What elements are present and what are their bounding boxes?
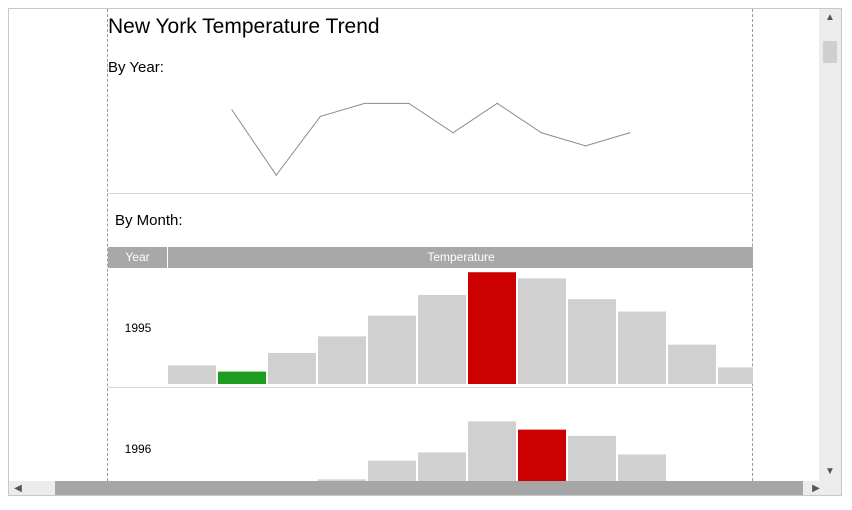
month-bar [368, 460, 416, 481]
month-bar [618, 454, 666, 481]
sparkline-point [585, 145, 587, 147]
sparkline-point [231, 109, 233, 111]
month-bar [568, 435, 616, 481]
month-bar-max [468, 272, 516, 384]
by-month-label: By Month: [115, 212, 183, 229]
month-bar-max [518, 429, 566, 481]
report-title: New York Temperature Trend [108, 15, 380, 38]
table-row: 1996 [108, 389, 753, 481]
month-bar [468, 421, 516, 481]
yearly-sparkline-chart [231, 102, 631, 177]
monthly-bar-chart [318, 421, 666, 481]
month-bar [568, 299, 616, 384]
vertical-scrollbar[interactable]: ▲ ▼ [819, 9, 841, 481]
month-bar-min [218, 371, 266, 384]
report-page: New York Temperature Trend By Year: By M… [107, 9, 753, 481]
sparkline-point [629, 132, 631, 134]
vertical-scroll-thumb[interactable] [823, 41, 837, 63]
scrollbar-corner [825, 481, 841, 495]
month-bar [718, 367, 753, 384]
month-bar [168, 365, 216, 384]
scroll-up-icon[interactable]: ▲ [819, 9, 841, 27]
column-header-temperature: Temperature [427, 250, 495, 264]
column-header-year: Year [108, 247, 168, 268]
report-viewer-window: New York Temperature Trend By Year: By M… [8, 8, 842, 496]
horizontal-scrollbar[interactable]: ◀ ▶ [9, 481, 841, 495]
section-divider [108, 193, 753, 194]
month-bar [668, 344, 716, 384]
scroll-down-icon[interactable]: ▼ [819, 463, 841, 481]
month-bar [418, 452, 466, 481]
sparkline-series-line [231, 102, 630, 177]
report-viewport: New York Temperature Trend By Year: By M… [9, 9, 811, 481]
month-bar [518, 278, 566, 384]
sparkline-point [452, 132, 454, 134]
horizontal-scroll-thumb[interactable] [55, 481, 803, 495]
table-header: Year Temperature [108, 247, 753, 268]
sparkline-point [496, 102, 498, 104]
scroll-right-icon[interactable]: ▶ [807, 481, 825, 495]
month-bar [368, 315, 416, 384]
sparkline-point [364, 102, 366, 104]
month-bar [618, 311, 666, 384]
sparkline-point [540, 132, 542, 134]
month-bar [268, 352, 316, 384]
year-cell: 1995 [124, 321, 152, 335]
sparkline-point [275, 174, 277, 176]
sparkline-point [408, 102, 410, 104]
table-row: 1995 [108, 268, 753, 388]
scroll-left-icon[interactable]: ◀ [9, 481, 27, 495]
month-bar [318, 336, 366, 384]
sparkline-point [319, 115, 321, 117]
year-cell: 1996 [124, 442, 152, 456]
by-year-label: By Year: [108, 59, 164, 76]
monthly-bar-chart [168, 272, 753, 384]
month-bar [418, 294, 466, 384]
